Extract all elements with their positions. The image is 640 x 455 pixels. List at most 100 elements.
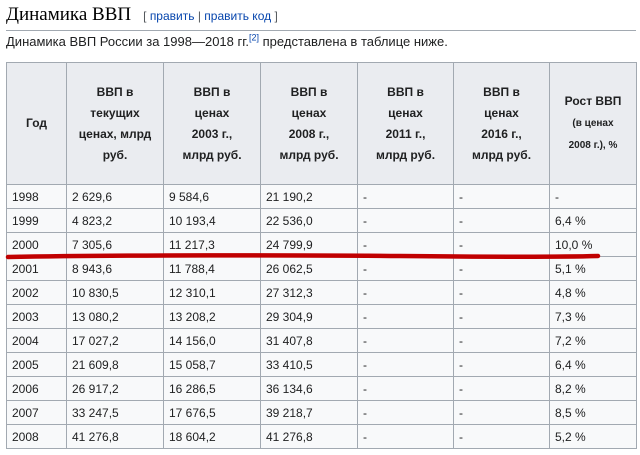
table-row: 2001 8 943,6 11 788,4 26 062,5- -5,1 % (6, 256, 637, 281)
table-row: 2008 41 276,8 18 604,2 41 276,8- -5,2 % (6, 424, 637, 449)
table-cell: 12 310,1 (163, 280, 261, 305)
table-cell: 21 609,8 (66, 352, 164, 377)
table-cell: 9 584,6 (163, 184, 261, 209)
table-cell: 2002 (6, 280, 67, 305)
column-header-1: ВВП в текущих ценах, млрд руб. (66, 62, 164, 185)
table-cell: 26 917,2 (66, 376, 164, 401)
column-header-5: ВВП в ценах 2016 г., млрд руб. (453, 62, 550, 185)
table-cell: - (453, 208, 550, 233)
table-cell: - (357, 208, 454, 233)
table-cell: 33 410,5 (260, 352, 358, 377)
table-cell: - (453, 256, 550, 281)
table-cell: - (357, 400, 454, 425)
table-cell: 11 788,4 (163, 256, 261, 281)
edit-link[interactable]: править (150, 9, 195, 23)
table-cell: 2001 (6, 256, 67, 281)
header-line: текущих (90, 105, 140, 120)
reference-link[interactable]: [2] (249, 33, 259, 43)
table-header-row: Год ВВП в текущих ценах, млрд руб. ВВП в ценах… (6, 62, 637, 185)
header-line: млрд руб. (279, 147, 339, 162)
header-line: млрд руб. (375, 147, 436, 162)
header-line: Рост ВВП (564, 94, 622, 108)
table-cell: 26 062,5 (260, 256, 358, 281)
table-cell: 8,5 % (549, 400, 637, 425)
header-line: 2008 г., (288, 126, 330, 141)
table-cell: 4,8 % (549, 280, 637, 305)
table-cell: 1998 (6, 184, 67, 209)
table-cell: 4 823,2 (66, 208, 164, 233)
edit-code-link[interactable]: править код (204, 9, 271, 23)
header-line: 2003 г., (191, 126, 233, 141)
table-cell: - (453, 184, 550, 209)
table-body: 1998 2 629,6 9 584,6 21 190,2- - -1999 4 823,2… (6, 184, 637, 449)
table-cell: 17 027,2 (66, 328, 164, 353)
header-line: ценах (388, 105, 423, 120)
column-header-6: Рост ВВП (в ценах 2008 г.), % (549, 62, 637, 185)
intro-text-after: представлена в таблице ниже. (259, 34, 448, 49)
table-cell: 15 058,7 (163, 352, 261, 377)
table-cell: 2004 (6, 328, 67, 353)
table-cell: 10 193,4 (163, 208, 261, 233)
column-header-3: ВВП в ценах 2008 г., млрд руб. (260, 62, 358, 185)
header-line: млрд руб. (471, 147, 532, 162)
header-line: ВВП в (290, 84, 328, 99)
header-line: ВВП в (96, 84, 134, 99)
table-cell: - (453, 400, 550, 425)
table-cell: 36 134,6 (260, 376, 358, 401)
table-cell: 8 943,6 (66, 256, 164, 281)
table-cell: 5,2 % (549, 424, 637, 449)
table-row: 2002 10 830,5 12 310,1 27 312,3- -4,8 % (6, 280, 637, 305)
table-cell: 13 208,2 (163, 304, 261, 329)
table-cell: - (453, 376, 550, 401)
header-line: ценах (484, 105, 519, 120)
table-cell: 2000 (6, 232, 67, 257)
table-cell: - (453, 328, 550, 353)
table-cell: - (357, 304, 454, 329)
table-cell: - (549, 184, 637, 209)
table-cell: 10 830,5 (66, 280, 164, 305)
header-line: 2016 г., (481, 126, 522, 141)
reference-sup: [2] (249, 33, 259, 43)
table-cell: - (357, 232, 454, 257)
header-line: руб. (102, 147, 128, 162)
table-cell: 11 217,3 (163, 232, 261, 257)
section-title: Динамика ВВП (6, 4, 132, 25)
header-line: ВВП в (483, 84, 520, 99)
table-cell: 1999 (6, 208, 67, 233)
table-cell: 7,2 % (549, 328, 637, 353)
header-line: 2011 г., (385, 126, 426, 141)
table-cell: - (453, 232, 550, 257)
table-cell: 39 218,7 (260, 400, 358, 425)
table-cell: 31 407,8 (260, 328, 358, 353)
table-cell: - (357, 256, 454, 281)
table-cell: - (453, 304, 550, 329)
table-row: 2006 26 917,2 16 286,5 36 134,6- -8,2 % (6, 376, 637, 401)
table-cell: - (357, 352, 454, 377)
table-cell: 7 305,6 (66, 232, 164, 257)
table-cell: 33 247,5 (66, 400, 164, 425)
table-cell: 2003 (6, 304, 67, 329)
table-cell: - (453, 352, 550, 377)
intro-text: Динамика ВВП России за 1998—2018 гг. (6, 34, 250, 49)
table-row: 2007 33 247,5 17 676,5 39 218,7- -8,5 % (6, 400, 637, 425)
column-header-4: ВВП в ценах 2011 г., млрд руб. (357, 62, 454, 185)
column-header-2: ВВП в ценах 2003 г., млрд руб. (163, 62, 261, 185)
table-cell: 22 536,0 (260, 208, 358, 233)
table-cell: 27 312,3 (260, 280, 358, 305)
table-row: 1998 2 629,6 9 584,6 21 190,2- - - (6, 184, 637, 209)
table-cell: 41 276,8 (260, 424, 358, 449)
table-cell: 6,4 % (549, 208, 637, 233)
header-line: Год (26, 116, 47, 130)
table-cell: - (357, 424, 454, 449)
table-cell: 18 604,2 (163, 424, 261, 449)
table-cell: - (357, 328, 454, 353)
table-cell: 2008 (6, 424, 67, 449)
table-cell: - (357, 184, 454, 209)
header-line: ценах (291, 105, 327, 120)
table-row: 2003 13 080,2 13 208,2 29 304,9- -7,3 % (6, 304, 637, 329)
table-cell: 7,3 % (549, 304, 637, 329)
header-line: ценах (194, 105, 230, 120)
table-cell: 16 286,5 (163, 376, 261, 401)
intro-paragraph: Динамика ВВП России за 1998—2018 гг.[2] … (6, 33, 448, 51)
table-cell: 17 676,5 (163, 400, 261, 425)
